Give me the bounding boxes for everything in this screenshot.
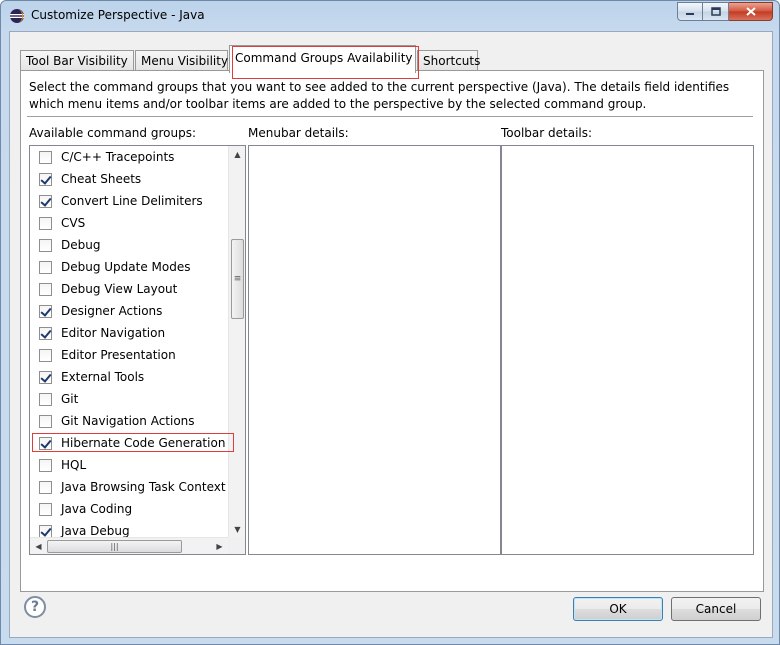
command-group-checkbox[interactable] — [39, 370, 52, 384]
command-group-checkbox[interactable] — [39, 282, 52, 296]
command-group-item[interactable]: Designer Actions — [30, 300, 228, 322]
toolbar-details-pane[interactable] — [501, 145, 754, 555]
command-group-label: Debug Update Modes — [61, 260, 191, 274]
tab-toolbar-visibility[interactable]: Tool Bar Visibility — [20, 50, 134, 72]
command-group-label: Git — [61, 392, 79, 406]
command-group-label: CVS — [61, 216, 86, 230]
command-group-item[interactable]: Java Coding — [30, 498, 228, 520]
toolbar-details-label: Toolbar details: — [501, 126, 593, 140]
command-group-label: Convert Line Delimiters — [61, 194, 203, 208]
command-group-checkbox[interactable] — [39, 216, 52, 230]
command-group-checkbox[interactable] — [39, 524, 52, 538]
dialog-client-area: Tool Bar Visibility Menu Visibility Comm… — [9, 31, 773, 638]
tab-shortcuts[interactable]: Shortcuts — [417, 50, 480, 72]
command-group-checkbox[interactable] — [39, 238, 52, 252]
tab-command-groups-availability[interactable]: Command Groups Availability — [229, 45, 416, 73]
command-group-label: Debug — [61, 238, 101, 252]
command-group-label: Hibernate Code Generation — [61, 436, 226, 450]
ok-button[interactable]: OK — [573, 597, 663, 621]
command-group-label: External Tools — [61, 370, 145, 384]
minimize-icon — [686, 12, 694, 15]
menubar-details-pane[interactable] — [248, 145, 501, 555]
command-group-label: Java Coding — [61, 502, 133, 516]
title-bar[interactable]: Customize Perspective - Java — [1, 1, 779, 31]
scroll-right-arrow-icon[interactable]: ▶ — [211, 538, 228, 554]
command-group-checkbox[interactable] — [39, 392, 52, 406]
command-group-checkbox[interactable] — [39, 194, 52, 208]
command-group-item[interactable]: Java Browsing Task Context — [30, 476, 228, 498]
command-group-label: Editor Presentation — [61, 348, 176, 362]
command-group-checkbox[interactable] — [39, 172, 52, 186]
vertical-scrollbar[interactable]: ▲ ≡ ▼ — [228, 146, 245, 538]
command-group-label: HQL — [61, 458, 87, 472]
close-icon — [745, 7, 756, 16]
command-group-checkbox[interactable] — [39, 480, 52, 494]
command-group-label: Git Navigation Actions — [61, 414, 195, 428]
tab-menu-visibility[interactable]: Menu Visibility — [135, 50, 228, 72]
command-group-label: Java Browsing Task Context — [61, 480, 226, 494]
command-groups-list[interactable]: C/C++ Tracepoints Cheat Sheets Convert Lin… — [29, 145, 246, 555]
dialog-window: Customize Perspective - Java Tool Bar Vi… — [0, 0, 780, 645]
command-group-item[interactable]: Debug Update Modes — [30, 256, 228, 278]
caption-buttons — [677, 2, 773, 21]
command-group-checkbox[interactable] — [39, 458, 52, 472]
command-group-checkbox[interactable] — [39, 260, 52, 274]
command-group-item[interactable]: HQL — [30, 454, 228, 476]
command-group-checkbox[interactable] — [39, 348, 52, 362]
vertical-scroll-thumb[interactable]: ≡ — [231, 239, 244, 319]
scroll-down-arrow-icon[interactable]: ▼ — [229, 521, 245, 538]
command-group-item[interactable]: CVS — [30, 212, 228, 234]
horizontal-scrollbar[interactable]: ◀ ||| ▶ — [30, 537, 228, 554]
close-button[interactable] — [729, 2, 773, 21]
command-group-checkbox[interactable] — [39, 304, 52, 318]
window-title: Customize Perspective - Java — [31, 8, 205, 22]
scroll-up-arrow-icon[interactable]: ▲ — [229, 146, 245, 163]
cancel-button[interactable]: Cancel — [671, 597, 761, 621]
command-group-item[interactable]: C/C++ Tracepoints — [30, 146, 228, 168]
command-group-label: Java Debug — [61, 524, 130, 538]
scroll-left-arrow-icon[interactable]: ◀ — [30, 538, 47, 554]
separator — [27, 116, 753, 117]
command-group-item[interactable]: Hibernate Code Generation — [30, 432, 234, 454]
menubar-details-label: Menubar details: — [248, 126, 349, 140]
command-group-checkbox[interactable] — [39, 326, 52, 340]
command-group-item[interactable]: Debug View Layout — [30, 278, 228, 300]
available-groups-label: Available command groups: — [29, 126, 196, 140]
maximize-button[interactable] — [703, 2, 729, 21]
command-group-item[interactable]: Git Navigation Actions — [30, 410, 228, 432]
command-group-label: Editor Navigation — [61, 326, 166, 340]
description-text: Select the command groups that you want … — [29, 80, 730, 111]
command-group-checkbox[interactable] — [39, 436, 52, 450]
help-icon[interactable]: ? — [24, 596, 46, 618]
command-group-item[interactable]: Debug — [30, 234, 228, 256]
command-group-item[interactable]: Convert Line Delimiters — [30, 190, 228, 212]
command-group-checkbox[interactable] — [39, 414, 52, 428]
scrollbar-corner — [228, 537, 245, 554]
command-group-label: Debug View Layout — [61, 282, 178, 296]
horizontal-scroll-thumb[interactable]: ||| — [47, 540, 182, 553]
command-group-item[interactable]: Git — [30, 388, 228, 410]
command-group-item[interactable]: External Tools — [30, 366, 228, 388]
maximize-icon — [710, 7, 721, 16]
command-group-item[interactable]: Editor Presentation — [30, 344, 228, 366]
command-group-label: C/C++ Tracepoints — [61, 150, 175, 164]
command-group-label: Cheat Sheets — [61, 172, 142, 186]
minimize-button[interactable] — [677, 2, 703, 21]
command-group-item[interactable]: Cheat Sheets — [30, 168, 228, 190]
command-group-checkbox[interactable] — [39, 150, 52, 164]
command-group-label: Designer Actions — [61, 304, 163, 318]
command-groups-items: C/C++ Tracepoints Cheat Sheets Convert Lin… — [30, 146, 234, 542]
command-group-item[interactable]: Editor Navigation — [30, 322, 228, 344]
command-group-checkbox[interactable] — [39, 502, 52, 516]
eclipse-icon — [10, 9, 24, 23]
tab-content-panel: Select the command groups that you want … — [20, 70, 764, 592]
